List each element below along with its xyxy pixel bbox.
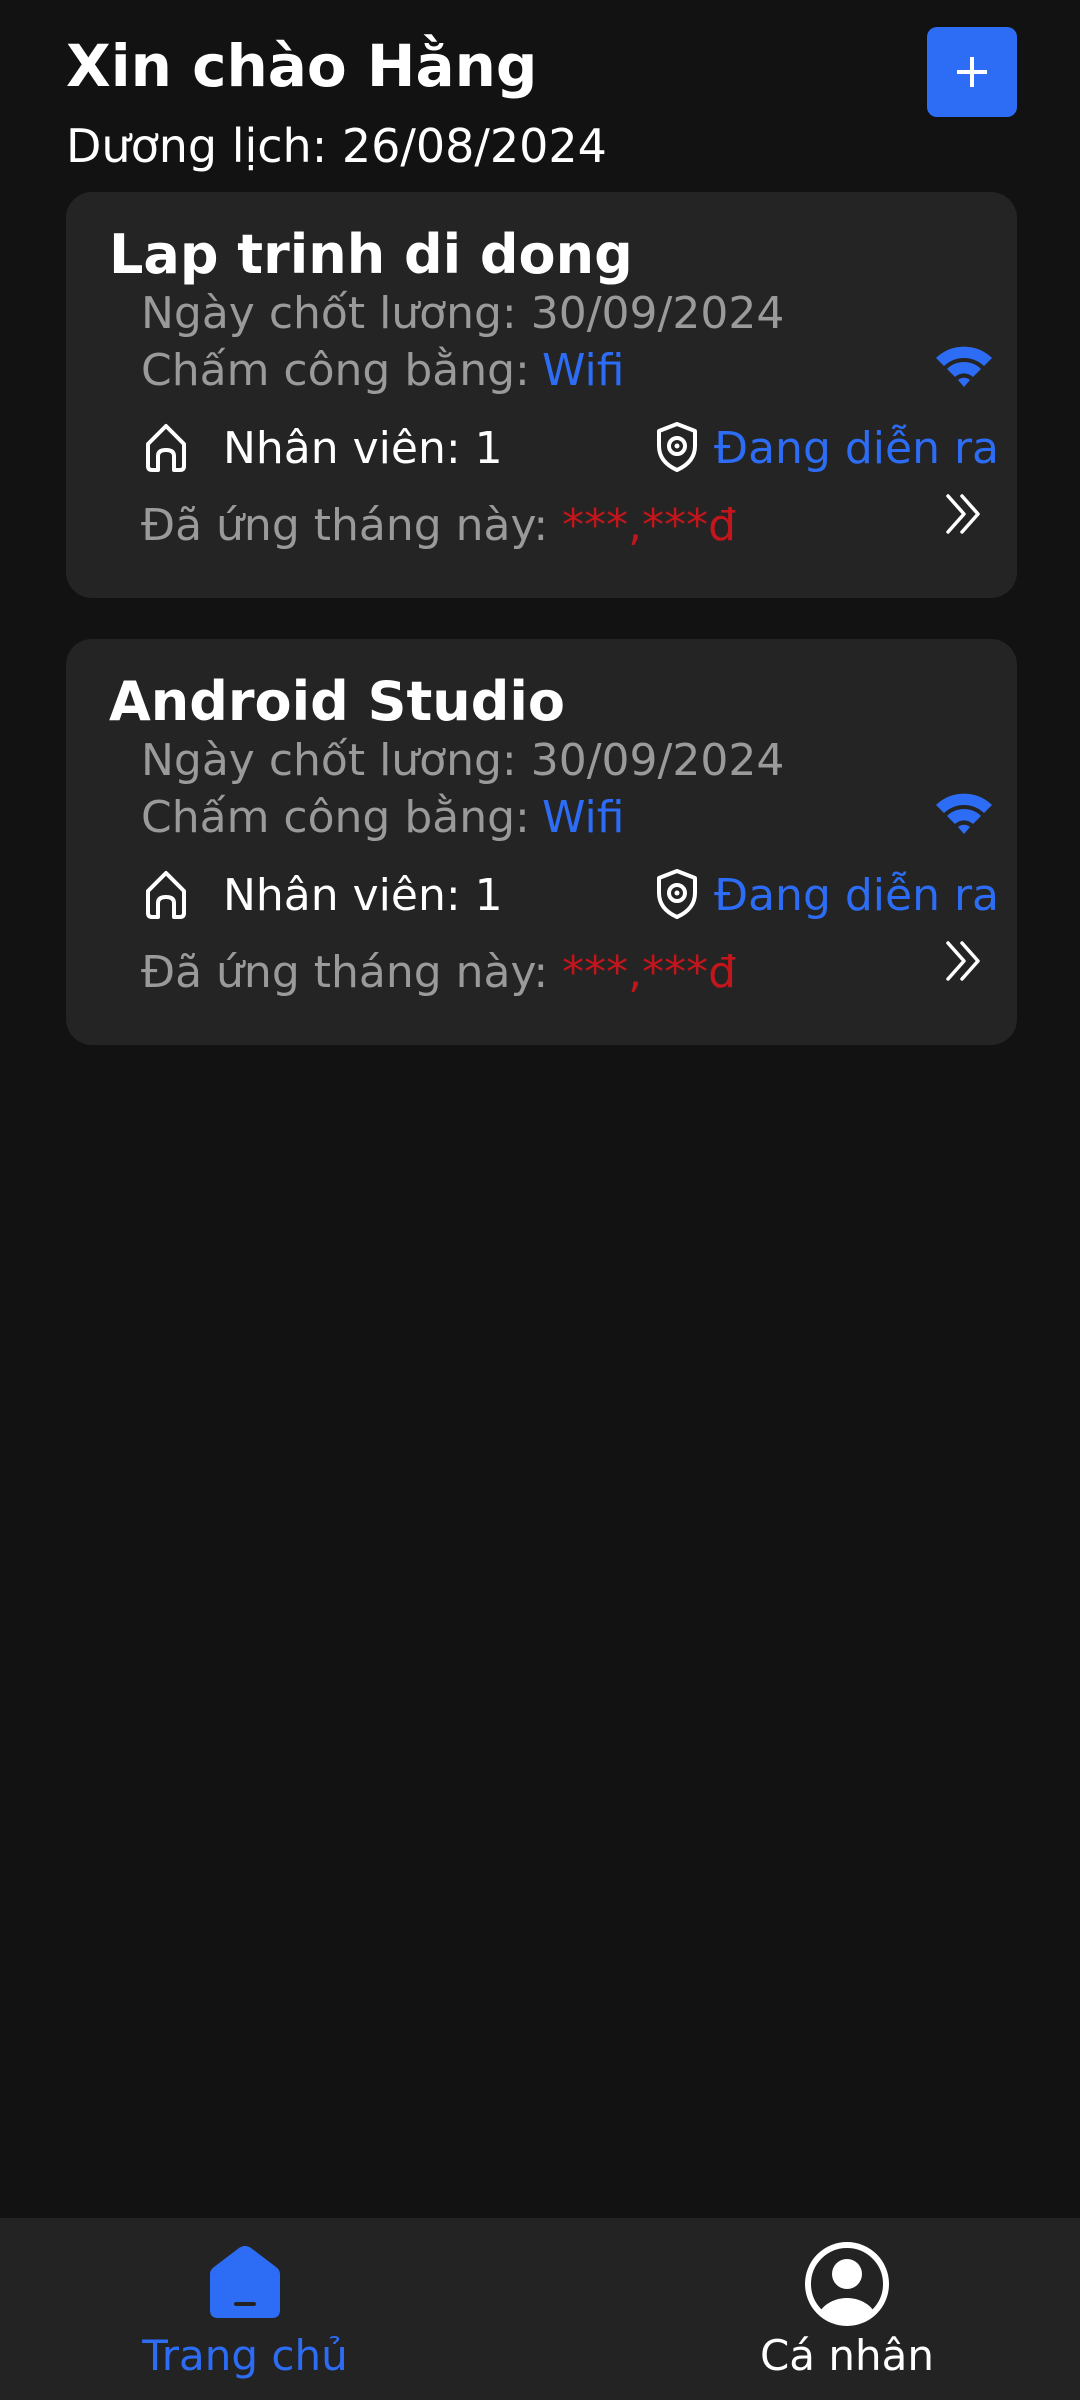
nav-label-home: Trang chủ (142, 2331, 348, 2380)
checkin-label: Chấm công bằng: (141, 345, 530, 396)
payroll-date: Ngày chốt lương: 30/09/2024 (141, 288, 785, 339)
checkin-label: Chấm công bằng: (141, 792, 530, 843)
workplace-title: Lap trinh di dong (109, 223, 633, 286)
workplace-card[interactable]: Lap trinh di dong Ngày chốt lương: 30/09… (66, 192, 1017, 598)
double-chevron-right-icon[interactable] (942, 939, 986, 983)
advance-value: ***,***đ (562, 500, 737, 551)
home-icon (146, 871, 186, 919)
advance-label: Đã ứng tháng này: (141, 947, 549, 998)
greeting-title: Xin chào Hằng (66, 32, 538, 100)
home-icon (146, 424, 186, 472)
bottom-nav: Trang chủ Cá nhân (0, 2218, 1080, 2400)
user-circle-icon (805, 2242, 889, 2326)
checkin-method: Wifi (542, 792, 625, 843)
add-button[interactable] (927, 27, 1017, 117)
employee-count: Nhân viên: 1 (223, 423, 503, 474)
status-label: Đang diễn ra (714, 423, 1000, 474)
plus-icon (957, 57, 987, 87)
nav-item-home[interactable]: Trang chủ (45, 2218, 445, 2400)
wifi-icon (936, 346, 992, 387)
advance-value: ***,***đ (562, 947, 737, 998)
employee-count: Nhân viên: 1 (223, 870, 503, 921)
double-chevron-right-icon[interactable] (942, 492, 986, 536)
advance-row: Đã ứng tháng này: ***,***đ (141, 945, 736, 1001)
app-screen: Xin chào Hằng Dương lịch: 26/08/2024 Lap… (0, 0, 1080, 2400)
advance-label: Đã ứng tháng này: (141, 500, 549, 551)
calendar-date: Dương lịch: 26/08/2024 (66, 119, 607, 173)
shield-gear-icon (657, 422, 697, 472)
workplace-card[interactable]: Android Studio Ngày chốt lương: 30/09/20… (66, 639, 1017, 1045)
shield-gear-icon (657, 869, 697, 919)
advance-row: Đã ứng tháng này: ***,***đ (141, 498, 736, 554)
wifi-icon (936, 793, 992, 834)
nav-item-profile[interactable]: Cá nhân (647, 2218, 1047, 2400)
home-filled-icon (210, 2246, 280, 2318)
checkin-method: Wifi (542, 345, 625, 396)
workplace-title: Android Studio (109, 670, 565, 733)
payroll-date: Ngày chốt lương: 30/09/2024 (141, 735, 785, 786)
nav-label-profile: Cá nhân (759, 2331, 934, 2380)
status-label: Đang diễn ra (714, 870, 1000, 921)
